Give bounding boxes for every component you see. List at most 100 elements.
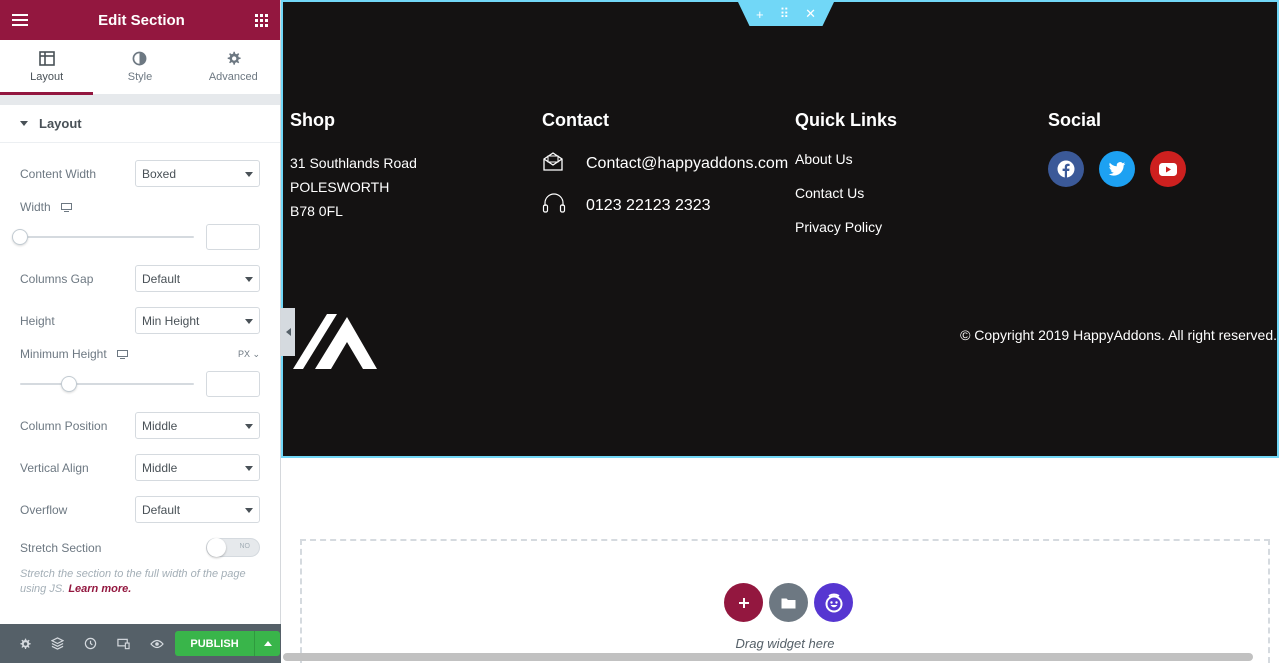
add-new-section-button[interactable] [724, 583, 763, 622]
min-height-slider-handle[interactable] [60, 376, 77, 392]
quick-links-heading: Quick Links [795, 110, 898, 130]
height-control: Height Min Height [20, 307, 260, 334]
happyaddons-templates-button[interactable] [814, 583, 853, 622]
drag-section-icon[interactable]: ⠿ [780, 6, 790, 22]
vertical-align-select[interactable]: Middle [135, 454, 260, 481]
tab-layout-label: Layout [30, 71, 64, 83]
columns-gap-control: Columns Gap Default [20, 265, 260, 292]
layers-icon [51, 637, 64, 650]
publish-options-button[interactable] [254, 631, 280, 656]
min-height-input[interactable] [206, 371, 260, 397]
horizontal-scrollbar[interactable] [283, 653, 1253, 661]
navigator-button[interactable] [41, 624, 74, 663]
tab-advanced[interactable]: Advanced [187, 40, 280, 94]
desktop-icon[interactable] [116, 349, 128, 359]
editor-app: Edit Section Layout Style Advanced Layou… [0, 0, 1279, 663]
add-template-button[interactable] [769, 583, 808, 622]
history-button[interactable] [74, 624, 107, 663]
contact-column: Contact Contact@happyaddons.com 0123 221… [542, 110, 788, 235]
width-slider-handle[interactable] [12, 229, 28, 245]
layout-section-toggle[interactable]: Layout [0, 105, 280, 143]
column-position-select[interactable]: Middle [135, 412, 260, 439]
height-label: Height [20, 313, 55, 328]
menu-icon[interactable] [12, 14, 28, 26]
shop-heading: Shop [290, 110, 335, 130]
dropzone-text: Drag widget here [735, 636, 835, 651]
panel-title: Edit Section [98, 11, 185, 29]
stretch-description: Stretch the section to the full width of… [20, 567, 260, 597]
happyaddons-logo-icon [293, 314, 377, 369]
panel-divider [0, 95, 280, 105]
min-height-slider-row [20, 371, 260, 397]
settings-button[interactable] [8, 624, 41, 663]
overflow-label: Overflow [20, 502, 68, 517]
editor-panel: Edit Section Layout Style Advanced Layou… [0, 0, 281, 663]
columns-gap-label: Columns Gap [20, 271, 94, 286]
shop-address-line: 31 Southlands Road [290, 155, 417, 171]
layout-icon [38, 51, 55, 66]
quick-link-about-us[interactable]: About Us [795, 151, 897, 167]
youtube-button[interactable] [1150, 151, 1186, 187]
collapse-panel-button[interactable] [281, 308, 295, 356]
stretch-section-label: Stretch Section [20, 540, 102, 555]
width-input[interactable] [206, 224, 260, 250]
width-label-wrap: Width [20, 200, 72, 214]
quick-link-contact-us[interactable]: Contact Us [795, 185, 897, 201]
twitter-icon [1108, 161, 1126, 176]
content-width-control: Content Width Boxed [20, 160, 260, 187]
envelope-icon [543, 152, 563, 171]
columns-gap-select[interactable]: Default [135, 265, 260, 292]
height-select[interactable]: Min Height [135, 307, 260, 334]
content-width-label: Content Width [20, 166, 97, 181]
stretch-section-toggle[interactable]: NO [206, 538, 260, 557]
tab-advanced-label: Advanced [208, 71, 258, 83]
add-section-dropzone[interactable]: Drag widget here [300, 539, 1270, 663]
brand-logo[interactable] [293, 312, 377, 375]
eye-icon [149, 639, 164, 648]
quick-links-column: Quick Links About Us Contact Us Privacy … [795, 110, 897, 253]
width-label: Width [20, 200, 51, 214]
plus-icon [738, 597, 749, 608]
footer-section[interactable]: + ⠿ ✕ Shop 31 Southlands Road POLESWORTH… [281, 0, 1279, 458]
history-icon [84, 637, 97, 650]
overflow-select[interactable]: Default [135, 496, 260, 523]
delete-section-icon[interactable]: ✕ [805, 6, 816, 22]
contact-email-row: Contact@happyaddons.com [542, 151, 788, 176]
desktop-icon[interactable] [60, 202, 72, 212]
responsive-icon [117, 638, 130, 649]
dropzone-buttons [724, 583, 853, 622]
contact-phone[interactable]: 0123 22123 2323 [586, 197, 711, 215]
min-height-label-wrap: Minimum Height [20, 347, 128, 361]
unit-selector[interactable]: PX ⌄ [238, 349, 260, 360]
contact-email[interactable]: Contact@happyaddons.com [586, 155, 788, 173]
tab-layout[interactable]: Layout [0, 40, 94, 95]
publish-button[interactable]: PUBLISH [175, 631, 254, 656]
preview-button[interactable] [140, 624, 173, 663]
width-slider-row [12, 224, 260, 250]
tab-style[interactable]: Style [93, 40, 186, 94]
social-column: Social [1048, 110, 1186, 187]
content-width-select[interactable]: Boxed [135, 160, 260, 187]
tab-style-label: Style [127, 71, 153, 83]
caret-down-icon [20, 121, 28, 126]
vertical-align-label: Vertical Align [20, 460, 89, 475]
contrast-icon [133, 51, 147, 66]
gear-icon [19, 638, 31, 649]
min-height-slider-track[interactable] [20, 383, 194, 385]
twitter-button[interactable] [1099, 151, 1135, 187]
facebook-button[interactable] [1048, 151, 1084, 187]
social-icons [1048, 151, 1186, 187]
min-height-label: Minimum Height [20, 347, 107, 361]
toggle-text: NO [239, 543, 251, 550]
quick-link-privacy-policy[interactable]: Privacy Policy [795, 219, 897, 235]
copyright-text: © Copyright 2019 HappyAddons. All right … [960, 327, 1277, 343]
vertical-align-control: Vertical Align Middle [20, 454, 260, 481]
widgets-grid-icon[interactable] [255, 13, 268, 27]
facebook-icon [1057, 160, 1075, 178]
learn-more-link[interactable]: Learn more. [68, 583, 131, 595]
stretch-description-text: Stretch the section to the full width of… [20, 568, 246, 595]
add-section-icon[interactable]: + [756, 7, 764, 22]
gear-icon [227, 51, 241, 65]
width-slider-track[interactable] [20, 236, 194, 238]
responsive-mode-button[interactable] [107, 624, 140, 663]
